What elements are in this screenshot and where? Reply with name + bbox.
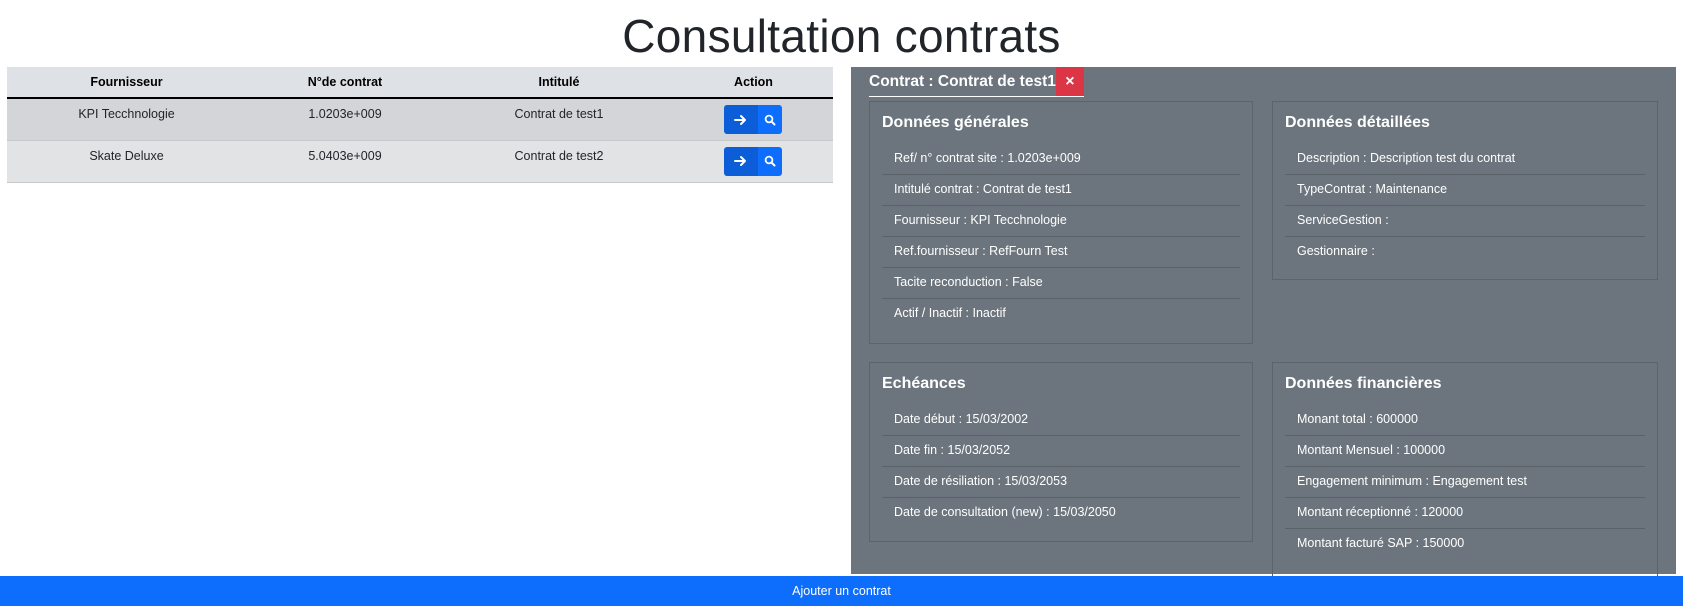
list-item: TypeContrat : Maintenance (1285, 175, 1645, 206)
card-donnees-detaillees: Données détaillées Description : Descrip… (1272, 101, 1658, 280)
table-row[interactable]: KPI Tecchnologie 1.0203e+009 Contrat de … (7, 98, 833, 141)
contracts-table: Fournisseur N°de contrat Intitulé Action… (7, 67, 833, 183)
table-header-row: Fournisseur N°de contrat Intitulé Action (7, 67, 833, 99)
list-item: Ref.fournisseur : RefFourn Test (882, 237, 1240, 268)
list-item: Intitulé contrat : Contrat de test1 (882, 175, 1240, 206)
list-item: Tacite reconduction : False (882, 268, 1240, 299)
list-item: Montant réceptionné : 120000 (1285, 498, 1645, 529)
cell-intitule: Contrat de test2 (444, 140, 674, 183)
card-list: Date début : 15/03/2002 Date fin : 15/03… (882, 405, 1240, 529)
list-item: Date début : 15/03/2002 (882, 405, 1240, 436)
panel-title: Contrat : Contrat de test1 (869, 72, 1056, 90)
cell-numero: 5.0403e+009 (246, 140, 444, 183)
open-contract-button[interactable] (724, 146, 758, 176)
card-title: Echéances (882, 375, 966, 392)
column-header-action: Action (674, 67, 833, 99)
card-donnees-financieres: Données financières Monant total : 60000… (1272, 362, 1658, 582)
column-header-intitule: Intitulé (444, 67, 674, 99)
list-item: Date de consultation (new) : 15/03/2050 (894, 505, 1116, 519)
list-item: Actif / Inactif : Inactif (894, 306, 1006, 320)
card-list: Monant total : 600000 Montant Mensuel : … (1285, 405, 1645, 560)
search-icon (764, 114, 776, 125)
close-button[interactable]: × (1055, 67, 1084, 96)
list-item: Engagement minimum : Engagement test (1285, 467, 1645, 498)
list-item: Ref/ n° contrat site : 1.0203e+009 (882, 144, 1240, 175)
add-contract-button[interactable]: Ajouter un contrat (0, 576, 1683, 606)
page-title: Consultation contrats (622, 10, 1061, 62)
cell-fournisseur: Skate Deluxe (7, 140, 246, 183)
card-echeances: Echéances Date début : 15/03/2002 Date f… (869, 362, 1253, 542)
card-list: Ref/ n° contrat site : 1.0203e+009 Intit… (882, 144, 1240, 330)
contract-detail-panel: Contrat : Contrat de test1 × Données gén… (851, 67, 1676, 582)
list-item: Gestionnaire : (1297, 244, 1375, 258)
arrow-right-icon (734, 156, 746, 166)
card-title: Données générales (882, 114, 1029, 131)
action-button-group (724, 146, 782, 176)
list-item: Date de résiliation : 15/03/2053 (882, 467, 1240, 498)
list-item: Fournisseur : KPI Tecchnologie (882, 206, 1240, 237)
panel-header: Contrat : Contrat de test1 × (869, 67, 1084, 97)
view-contract-button[interactable] (758, 146, 782, 176)
list-item: Monant total : 600000 (1285, 405, 1645, 436)
cell-intitule: Contrat de test1 (444, 98, 674, 141)
card-title: Données financières (1285, 375, 1442, 392)
search-icon (764, 155, 776, 167)
column-header-fournisseur: Fournisseur (7, 67, 246, 99)
cell-action (674, 140, 833, 183)
list-item: Montant facturé SAP : 150000 (1297, 536, 1465, 550)
card-donnees-generales: Données générales Ref/ n° contrat site :… (869, 101, 1253, 344)
column-header-numero: N°de contrat (246, 67, 444, 99)
close-icon: × (1065, 72, 1075, 90)
cell-fournisseur: KPI Tecchnologie (7, 98, 246, 141)
list-item: Description : Description test du contra… (1285, 144, 1645, 175)
card-title: Données détaillées (1285, 114, 1430, 131)
cell-action (674, 98, 833, 141)
view-contract-button[interactable] (758, 105, 782, 134)
list-item: ServiceGestion : (1285, 206, 1645, 237)
cell-numero: 1.0203e+009 (246, 98, 444, 141)
card-list: Description : Description test du contra… (1285, 144, 1645, 268)
open-contract-button[interactable] (724, 105, 758, 134)
list-item: Date fin : 15/03/2052 (882, 436, 1240, 467)
table-row[interactable]: Skate Deluxe 5.0403e+009 Contrat de test… (7, 140, 833, 183)
action-button-group (724, 105, 782, 134)
list-item: Montant Mensuel : 100000 (1285, 436, 1645, 467)
arrow-right-icon (734, 114, 746, 125)
